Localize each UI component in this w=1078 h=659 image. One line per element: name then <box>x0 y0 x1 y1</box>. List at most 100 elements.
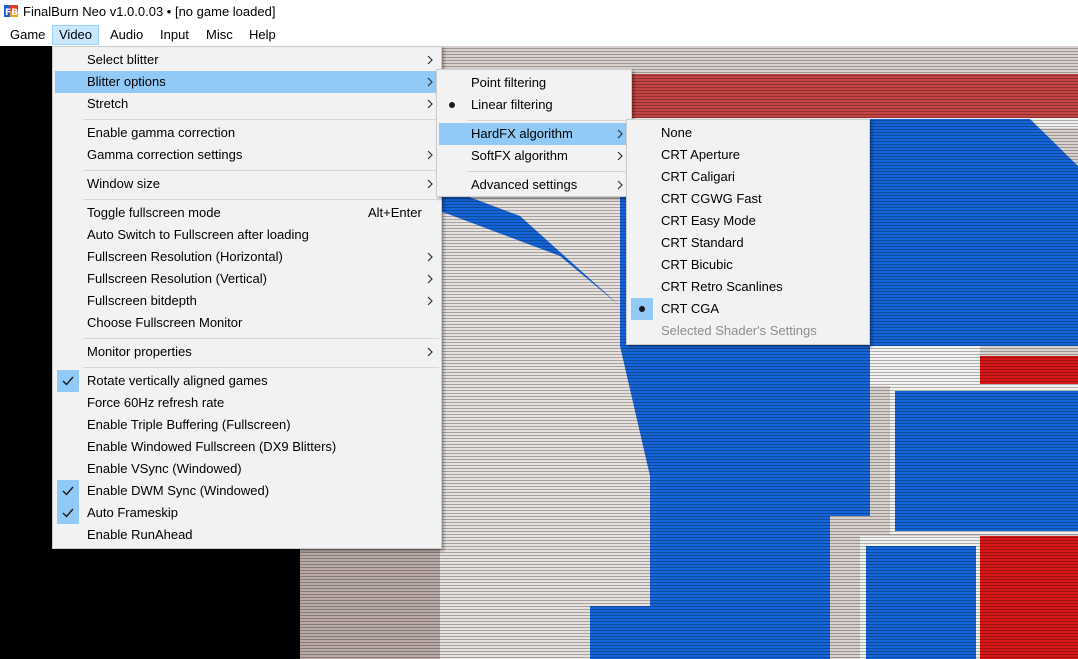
menu-item-label: Enable gamma correction <box>87 125 236 140</box>
menu-separator <box>83 170 439 171</box>
menu-item-crt-easy-mode[interactable]: CRT Easy Mode <box>629 210 867 232</box>
menu-video[interactable]: Video <box>52 25 100 45</box>
menu-item-crt-retro-scanlines[interactable]: CRT Retro Scanlines <box>629 276 867 298</box>
menu-separator <box>83 119 439 120</box>
menu-help[interactable]: Help <box>242 25 283 45</box>
chevron-right-icon <box>427 252 433 262</box>
chevron-right-icon <box>617 151 623 161</box>
menu-item-point-filtering[interactable]: Point filtering <box>439 72 629 94</box>
menu-item-softfx-algorithm[interactable]: SoftFX algorithm <box>439 145 629 167</box>
menu-item-fullscreen-res-v[interactable]: Fullscreen Resolution (Vertical) <box>55 268 439 290</box>
checkmark-icon <box>57 480 79 502</box>
menu-item-auto-frameskip[interactable]: Auto Frameskip <box>55 502 439 524</box>
chevron-right-icon <box>427 274 433 284</box>
menu-item-label: Auto Frameskip <box>87 505 179 520</box>
checkmark-icon <box>57 370 79 392</box>
menu-item-label: Enable Windowed Fullscreen (DX9 Blitters… <box>87 439 337 454</box>
radio-dot-icon <box>441 94 463 116</box>
menu-item-label: Advanced settings <box>471 177 578 192</box>
menu-item-shortcut: Alt+Enter <box>368 205 422 220</box>
menu-item-windowed-fullscreen[interactable]: Enable Windowed Fullscreen (DX9 Blitters… <box>55 436 439 458</box>
chevron-right-icon <box>427 99 433 109</box>
menu-bar: Game Video Audio Input Misc Help <box>0 24 1078 46</box>
chevron-right-icon <box>617 129 623 139</box>
menu-item-hardfx-none[interactable]: None <box>629 122 867 144</box>
menu-item-label: CRT CGWG Fast <box>661 191 762 206</box>
menu-item-crt-bicubic[interactable]: CRT Bicubic <box>629 254 867 276</box>
menu-audio[interactable]: Audio <box>103 25 150 45</box>
menu-item-label: Enable DWM Sync (Windowed) <box>87 483 270 498</box>
menu-item-crt-cgwg-fast[interactable]: CRT CGWG Fast <box>629 188 867 210</box>
chevron-right-icon <box>427 150 433 160</box>
menu-misc[interactable]: Misc <box>199 25 240 45</box>
menu-item-label: Window size <box>87 176 160 191</box>
radio-dot-icon <box>631 298 653 320</box>
menu-item-monitor-properties[interactable]: Monitor properties <box>55 341 439 363</box>
menu-item-rotate-vertical[interactable]: Rotate vertically aligned games <box>55 370 439 392</box>
chevron-right-icon <box>427 179 433 189</box>
fbneo-app-icon: FB <box>3 3 19 19</box>
menu-separator <box>467 171 627 172</box>
menu-item-window-size[interactable]: Window size <box>55 173 439 195</box>
menu-separator <box>467 120 627 121</box>
menu-item-label: Point filtering <box>471 75 547 90</box>
menu-input[interactable]: Input <box>153 25 196 45</box>
menu-item-vsync[interactable]: Enable VSync (Windowed) <box>55 458 439 480</box>
menu-item-label: Selected Shader's Settings <box>661 323 817 338</box>
menu-item-runahead[interactable]: Enable RunAhead <box>55 524 439 546</box>
menu-item-crt-standard[interactable]: CRT Standard <box>629 232 867 254</box>
menu-item-label: Force 60Hz refresh rate <box>87 395 225 410</box>
title-bar: FB FinalBurn Neo v1.0.0.03 • [no game lo… <box>0 0 1078 24</box>
menu-item-crt-cga[interactable]: CRT CGA <box>629 298 867 320</box>
menu-item-label: Linear filtering <box>471 97 553 112</box>
menu-item-label: CRT CGA <box>661 301 720 316</box>
menu-item-label: HardFX algorithm <box>471 126 573 141</box>
menu-item-label: Gamma correction settings <box>87 147 243 162</box>
menu-item-force-60hz[interactable]: Force 60Hz refresh rate <box>55 392 439 414</box>
menu-item-label: CRT Standard <box>661 235 744 250</box>
menu-item-label: CRT Aperture <box>661 147 741 162</box>
menu-item-stretch[interactable]: Stretch <box>55 93 439 115</box>
svg-text:FB: FB <box>5 8 18 18</box>
menu-item-fullscreen-bitdepth[interactable]: Fullscreen bitdepth <box>55 290 439 312</box>
menu-item-select-blitter[interactable]: Select blitter <box>55 49 439 71</box>
menu-item-label: CRT Retro Scanlines <box>661 279 783 294</box>
menu-item-label: Stretch <box>87 96 129 111</box>
menu-item-crt-caligari[interactable]: CRT Caligari <box>629 166 867 188</box>
menu-separator <box>83 199 439 200</box>
menu-item-label: Toggle fullscreen mode <box>87 205 221 220</box>
menu-item-label: Rotate vertically aligned games <box>87 373 268 388</box>
chevron-right-icon <box>617 180 623 190</box>
menu-item-gamma-settings[interactable]: Gamma correction settings <box>55 144 439 166</box>
menu-item-label: Choose Fullscreen Monitor <box>87 315 243 330</box>
menu-item-label: Monitor properties <box>87 344 192 359</box>
menu-item-choose-monitor[interactable]: Choose Fullscreen Monitor <box>55 312 439 334</box>
chevron-right-icon <box>427 296 433 306</box>
chevron-right-icon <box>427 55 433 65</box>
menu-game[interactable]: Game <box>3 25 52 45</box>
menu-item-toggle-fullscreen[interactable]: Toggle fullscreen mode Alt+Enter <box>55 202 439 224</box>
menu-item-label: Enable Triple Buffering (Fullscreen) <box>87 417 291 432</box>
menu-item-triple-buffering[interactable]: Enable Triple Buffering (Fullscreen) <box>55 414 439 436</box>
menu-item-fullscreen-res-h[interactable]: Fullscreen Resolution (Horizontal) <box>55 246 439 268</box>
menu-item-linear-filtering[interactable]: Linear filtering <box>439 94 629 116</box>
menu-item-label: Fullscreen Resolution (Vertical) <box>87 271 267 286</box>
menu-item-advanced-settings[interactable]: Advanced settings <box>439 174 629 196</box>
menu-item-crt-aperture[interactable]: CRT Aperture <box>629 144 867 166</box>
menu-item-auto-switch-fullscreen[interactable]: Auto Switch to Fullscreen after loading <box>55 224 439 246</box>
menu-item-label: None <box>661 125 693 140</box>
menu-item-label: Select blitter <box>87 52 159 67</box>
menu-item-label: CRT Bicubic <box>661 257 733 272</box>
menu-separator <box>83 338 439 339</box>
menu-item-hardfx-algorithm[interactable]: HardFX algorithm <box>439 123 629 145</box>
menu-item-shader-settings: Selected Shader's Settings <box>629 320 867 342</box>
menu-item-label: CRT Easy Mode <box>661 213 756 228</box>
menu-item-enable-gamma[interactable]: Enable gamma correction <box>55 122 439 144</box>
menu-item-blitter-options[interactable]: Blitter options <box>55 71 439 93</box>
menu-item-dwm-sync[interactable]: Enable DWM Sync (Windowed) <box>55 480 439 502</box>
menu-item-label: Enable VSync (Windowed) <box>87 461 242 476</box>
menu-item-label: Enable RunAhead <box>87 527 193 542</box>
menu-item-label: SoftFX algorithm <box>471 148 568 163</box>
video-menu: Select blitter Blitter options Stretch E… <box>52 46 442 549</box>
menu-separator <box>83 367 439 368</box>
